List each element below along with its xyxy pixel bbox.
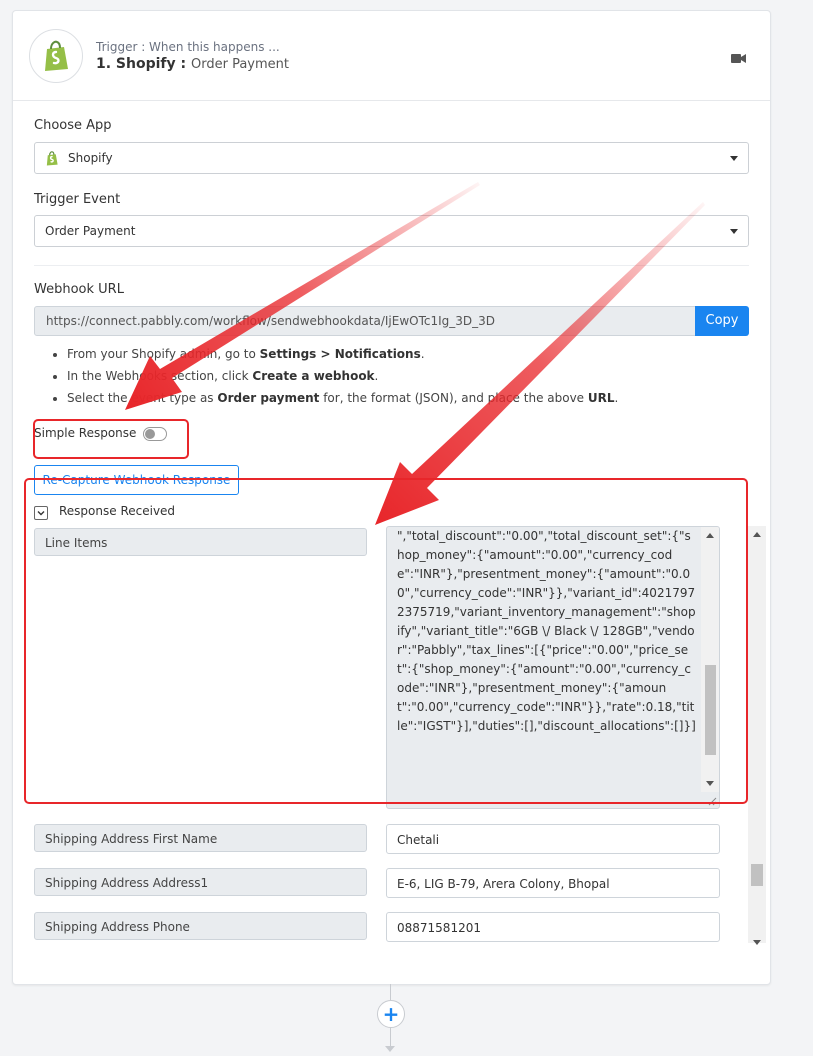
chevron-down-icon [730,229,738,234]
shopify-logo-icon [29,29,83,83]
add-step-button[interactable]: + [377,1000,405,1028]
field-label-shipping-phone: Shipping Address Phone [34,912,367,940]
flow-connector [390,984,391,1000]
highlight-response-received [24,478,748,804]
scroll-up-icon[interactable] [753,532,761,537]
trigger-subtitle: Trigger : When this happens ... [96,40,280,54]
instruction-item: In the Webhooks section, click Create a … [67,365,618,387]
divider [34,265,749,266]
step-title: 1. Shopify : [96,56,187,72]
instruction-item: From your Shopify admin, go to Settings … [67,343,618,365]
webhook-url-input[interactable]: https://connect.pabbly.com/workflow/send… [34,306,697,336]
plus-icon: + [382,1002,400,1026]
trigger-event-label: Trigger Event [34,192,121,207]
webhook-instructions: From your Shopify admin, go to Settings … [34,343,618,409]
chevron-down-icon [730,156,738,161]
webhook-url-text: https://connect.pabbly.com/workflow/send… [46,314,496,328]
highlight-simple-response [33,419,189,459]
flow-connector [390,1027,391,1046]
video-camera-icon[interactable] [731,49,746,68]
scroll-thumb[interactable] [751,864,763,886]
choose-app-select[interactable]: Shopify [34,142,749,174]
field-value-shipping-phone[interactable]: 08871581201 [386,912,720,942]
field-label-shipping-first-name: Shipping Address First Name [34,824,367,852]
field-value-shipping-address1[interactable]: E-6, LIG B-79, Arera Colony, Bhopal [386,868,720,898]
copy-button[interactable]: Copy [695,306,749,336]
trigger-event-value: Order Payment [45,224,136,238]
event-name: Order Payment [191,57,289,72]
card-header: Trigger : When this happens ... 1. Shopi… [13,11,770,101]
choose-app-value: Shopify [68,151,113,165]
scroll-down-icon[interactable] [753,940,761,945]
outer-scrollbar[interactable] [748,526,766,945]
shopify-small-icon [46,151,58,166]
choose-app-label: Choose App [34,118,112,133]
webhook-url-label: Webhook URL [34,282,124,297]
flow-arrow-icon [385,1046,395,1052]
instruction-item: Select the event type as Order payment f… [67,387,618,409]
field-label-shipping-address1: Shipping Address Address1 [34,868,367,896]
trigger-title: 1. Shopify : Order Payment [96,56,289,72]
trigger-event-select[interactable]: Order Payment [34,215,749,247]
field-value-shipping-first-name[interactable]: Chetali [386,824,720,854]
